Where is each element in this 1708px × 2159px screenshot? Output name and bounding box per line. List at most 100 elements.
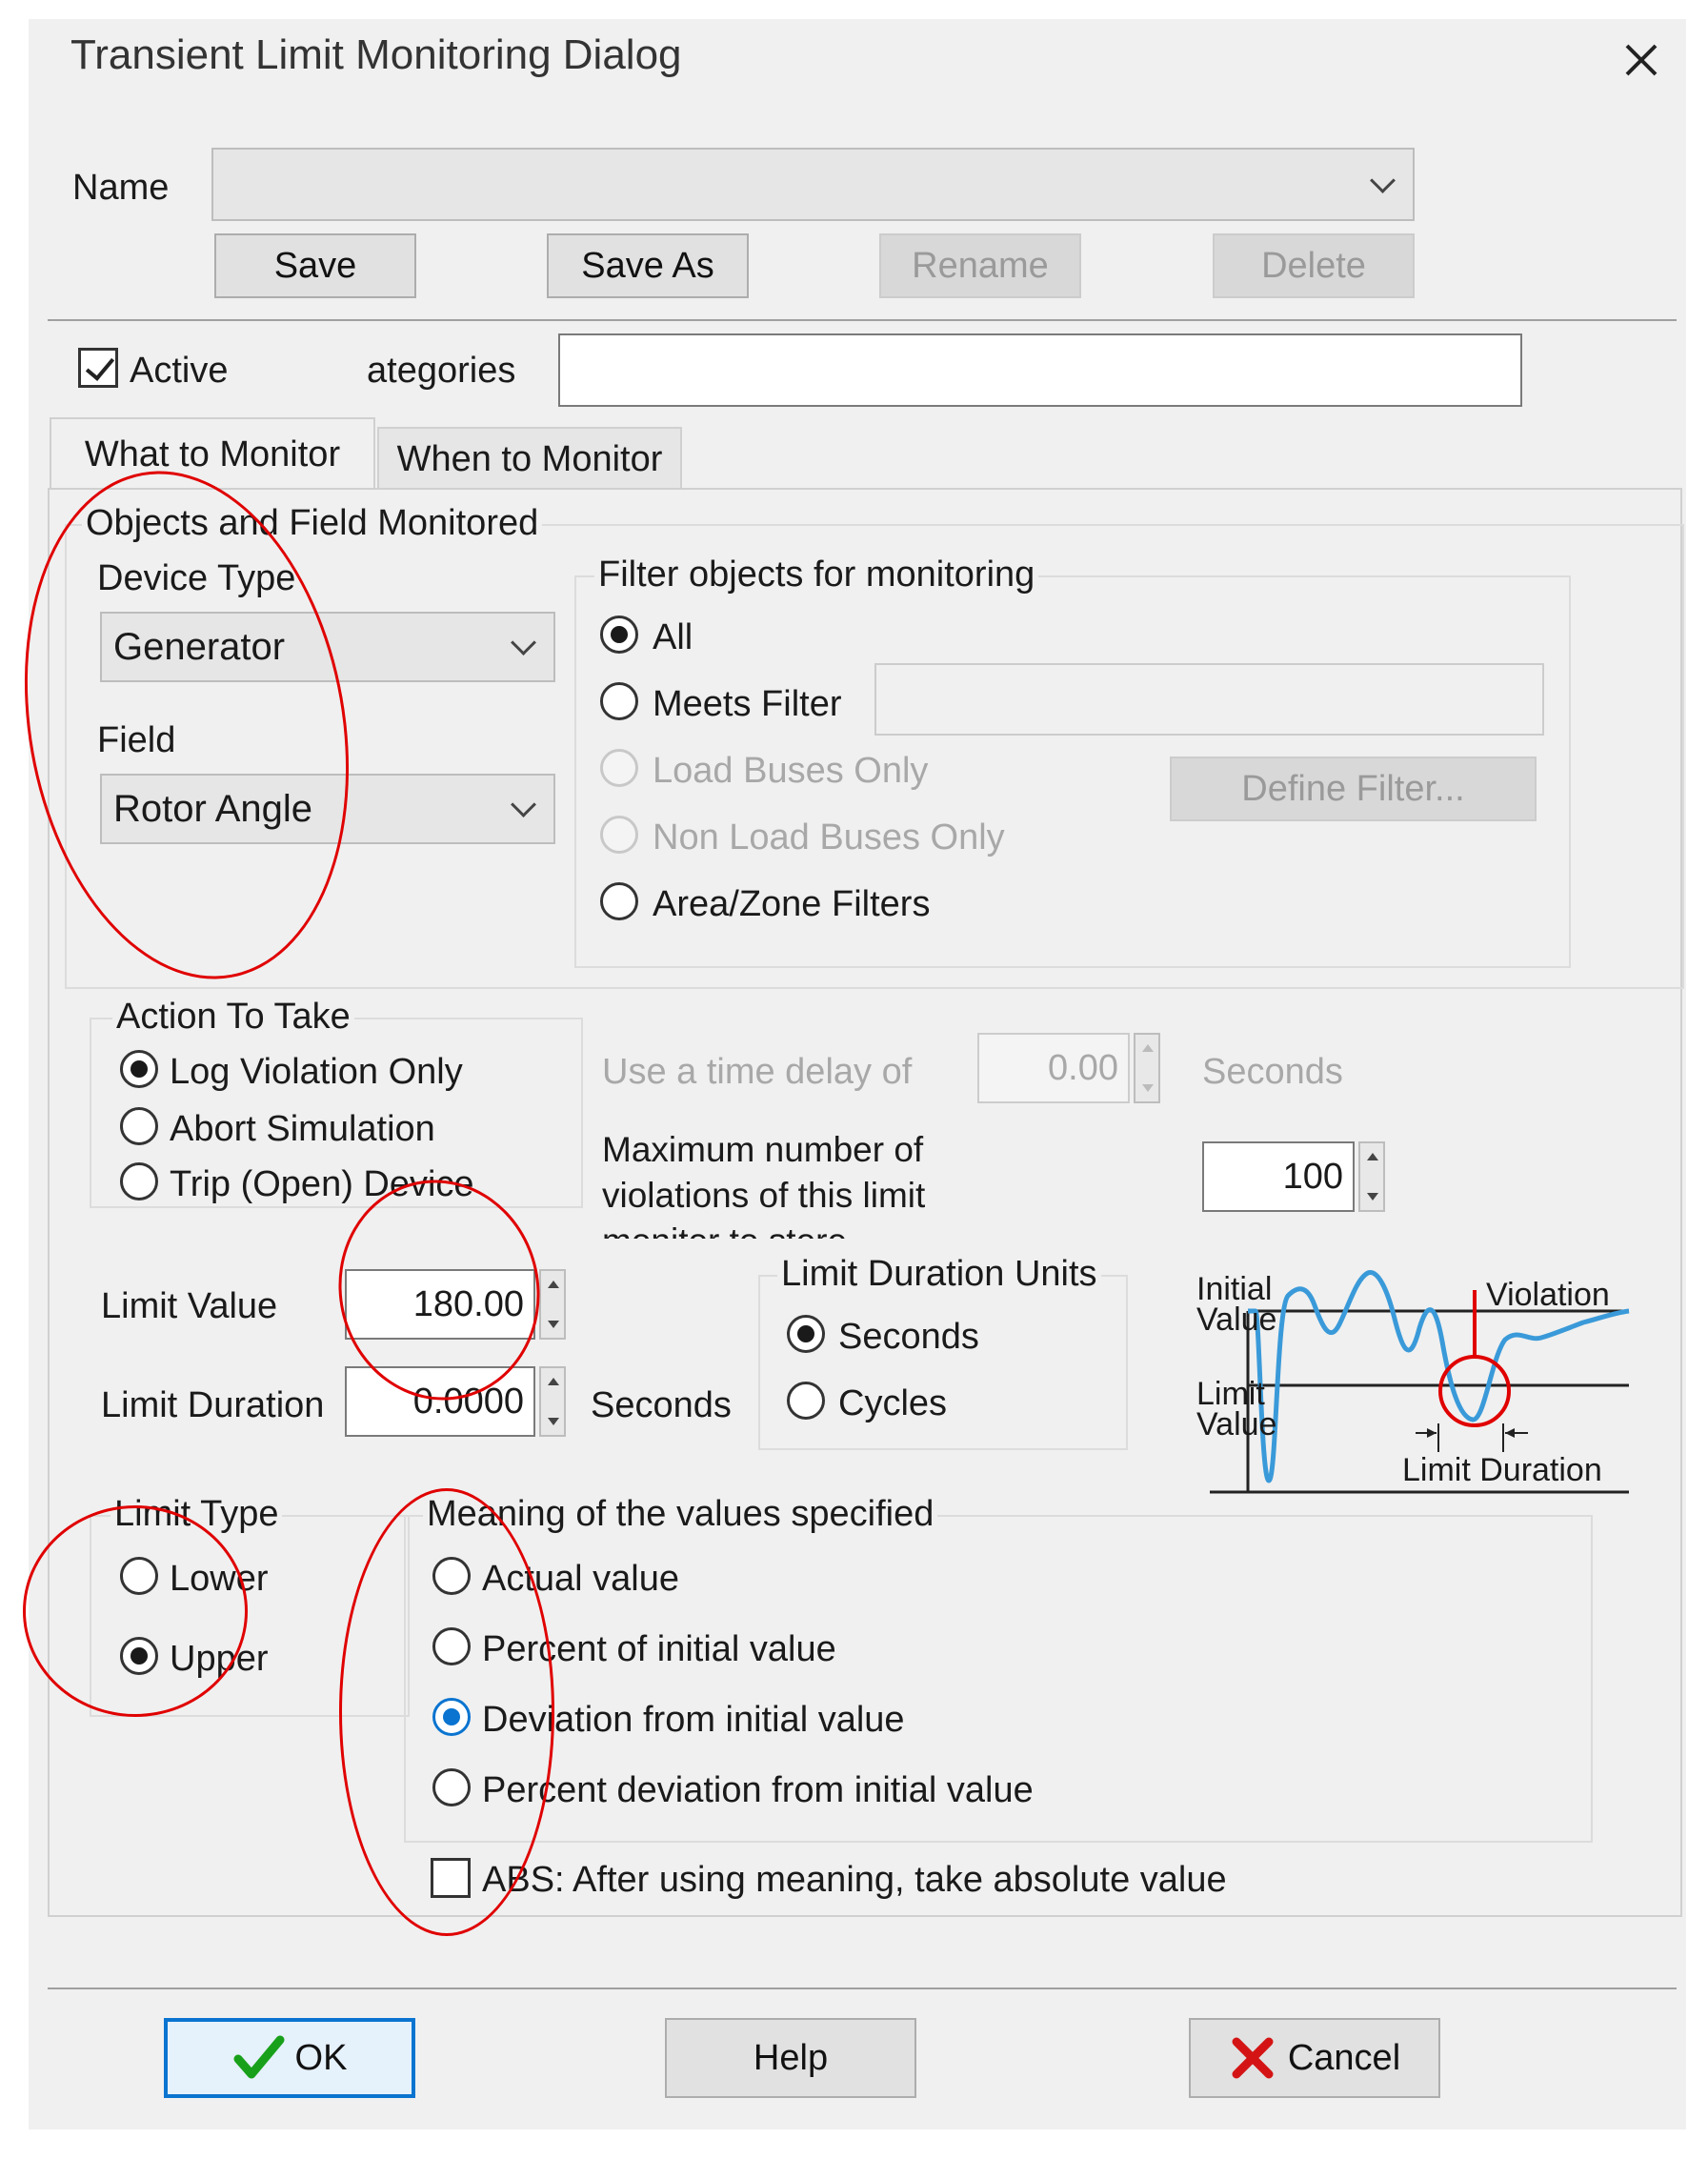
limit-value-label: Limit Value [101, 1286, 278, 1326]
device-type-value: Generator [113, 625, 286, 668]
name-label: Name [72, 168, 170, 208]
ok-label: OK [294, 2037, 348, 2078]
diagram-limit-duration-label: Limit Duration [1402, 1452, 1602, 1488]
time-delay-unit: Seconds [1202, 1052, 1343, 1092]
device-type-combo[interactable]: Generator [100, 612, 555, 682]
diagram-limit-value-line1: Limit [1196, 1376, 1265, 1412]
chevron-down-icon [1370, 167, 1396, 193]
red-x-icon [1232, 2037, 1274, 2079]
radio-upper-label: Upper [170, 1639, 269, 1679]
abs-label: ABS: After using meaning, take absolute … [482, 1860, 1227, 1900]
time-delay-label: Use a time delay of [602, 1052, 913, 1092]
duration-units-group-box [758, 1275, 1128, 1450]
radio-all-label: All [653, 617, 693, 657]
radio-trip-open-device[interactable] [120, 1162, 158, 1201]
limit-duration-input[interactable]: 0.0000 [345, 1366, 535, 1437]
limit-duration-label: Limit Duration [101, 1385, 325, 1425]
radio-abort-simulation-label: Abort Simulation [170, 1109, 435, 1149]
radio-non-load-buses-only[interactable] [600, 816, 638, 854]
field-label: Field [97, 720, 176, 760]
limit-value-spinner[interactable] [539, 1269, 566, 1340]
chevron-down-icon [511, 792, 536, 817]
close-icon [1625, 44, 1658, 76]
limit-duration-spinner[interactable] [539, 1366, 566, 1437]
tab-what-to-monitor[interactable]: What to Monitor [50, 417, 375, 490]
radio-seconds[interactable] [787, 1315, 825, 1353]
define-filter-button[interactable]: Define Filter... [1170, 757, 1537, 821]
max-violations-line1: Maximum number of [602, 1130, 924, 1169]
radio-percent-deviation-from-initial-label: Percent deviation from initial value [482, 1770, 1034, 1810]
radio-log-violation-only-label: Log Violation Only [170, 1052, 463, 1092]
radio-percent-deviation-from-initial[interactable] [432, 1768, 471, 1806]
help-button[interactable]: Help [665, 2018, 916, 2098]
max-violations-spinner[interactable] [1358, 1141, 1385, 1212]
radio-deviation-from-initial-label: Deviation from initial value [482, 1700, 905, 1740]
duration-units-group-title: Limit Duration Units [777, 1256, 1101, 1292]
radio-upper[interactable] [120, 1637, 158, 1675]
radio-load-buses-only[interactable] [600, 749, 638, 787]
radio-actual-value-label: Actual value [482, 1559, 680, 1599]
save-as-button[interactable]: Save As [547, 233, 749, 298]
radio-log-violation-only[interactable] [120, 1050, 158, 1088]
radio-all[interactable] [600, 615, 638, 654]
radio-percent-of-initial-label: Percent of initial value [482, 1629, 836, 1669]
meaning-group-title: Meaning of the values specified [423, 1496, 938, 1532]
radio-lower[interactable] [120, 1557, 158, 1595]
save-button[interactable]: Save [214, 233, 416, 298]
delete-button[interactable]: Delete [1213, 233, 1415, 298]
limit-type-group-title: Limit Type [111, 1496, 283, 1532]
close-button[interactable] [1618, 36, 1665, 84]
radio-load-buses-only-label: Load Buses Only [653, 751, 929, 791]
limit-value-input[interactable]: 180.00 [345, 1269, 535, 1340]
active-label: Active [130, 351, 229, 391]
max-violations-line3: monitor to store [602, 1223, 847, 1239]
radio-non-load-buses-only-label: Non Load Buses Only [653, 817, 1005, 858]
radio-trip-open-device-label: Trip (Open) Device [170, 1164, 474, 1204]
cancel-button[interactable]: Cancel [1189, 2018, 1440, 2098]
active-checkbox[interactable] [78, 348, 118, 388]
diagram-violation-label: Violation [1486, 1277, 1610, 1313]
categories-input[interactable] [558, 333, 1522, 407]
radio-percent-of-initial[interactable] [432, 1627, 471, 1665]
radio-area-zone-filters-label: Area/Zone Filters [653, 884, 931, 924]
max-violations-line2: violations of this limit [602, 1176, 926, 1215]
meets-filter-input[interactable] [874, 663, 1544, 736]
abs-checkbox[interactable] [431, 1858, 471, 1898]
transient-limit-monitoring-dialog: Transient Limit Monitoring Dialog Name S… [0, 19, 1686, 2129]
rename-button[interactable]: Rename [879, 233, 1081, 298]
radio-area-zone-filters[interactable] [600, 882, 638, 920]
tab-when-to-monitor[interactable]: When to Monitor [377, 427, 682, 490]
diagram-initial-value-line2: Value [1196, 1301, 1277, 1338]
cancel-label: Cancel [1287, 2037, 1401, 2078]
limit-duration-unit: Seconds [591, 1385, 732, 1425]
radio-meets-filter[interactable] [600, 682, 638, 720]
categories-label: ategories [367, 351, 516, 391]
chevron-down-icon [511, 630, 536, 656]
time-delay-spinner[interactable] [1134, 1033, 1160, 1103]
radio-cycles-label: Cycles [838, 1383, 948, 1423]
separator [48, 319, 1677, 321]
action-group-title: Action To Take [112, 999, 354, 1035]
green-check-icon [233, 2035, 285, 2079]
radio-deviation-from-initial[interactable] [432, 1698, 471, 1736]
footer-separator [48, 1987, 1677, 1989]
diagram-limit-value-line2: Value [1196, 1406, 1277, 1443]
radio-abort-simulation[interactable] [120, 1107, 158, 1145]
radio-lower-label: Lower [170, 1559, 269, 1599]
time-delay-input[interactable]: 0.00 [977, 1033, 1130, 1103]
radio-actual-value[interactable] [432, 1557, 471, 1595]
field-value: Rotor Angle [113, 787, 313, 830]
dialog-title: Transient Limit Monitoring Dialog [70, 31, 682, 78]
device-type-label: Device Type [97, 558, 296, 598]
radio-cycles[interactable] [787, 1382, 825, 1420]
objects-group-title: Objects and Field Monitored [82, 505, 543, 541]
field-combo[interactable]: Rotor Angle [100, 774, 555, 844]
filter-group-title: Filter objects for monitoring [594, 556, 1039, 593]
radio-seconds-label: Seconds [838, 1317, 979, 1357]
diagram-initial-value-line1: Initial [1196, 1271, 1273, 1307]
ok-button[interactable]: OK [164, 2018, 415, 2098]
radio-meets-filter-label: Meets Filter [653, 684, 842, 724]
max-violations-input[interactable]: 100 [1202, 1141, 1355, 1212]
name-combo[interactable] [211, 148, 1415, 221]
limit-type-group-box [90, 1515, 410, 1717]
